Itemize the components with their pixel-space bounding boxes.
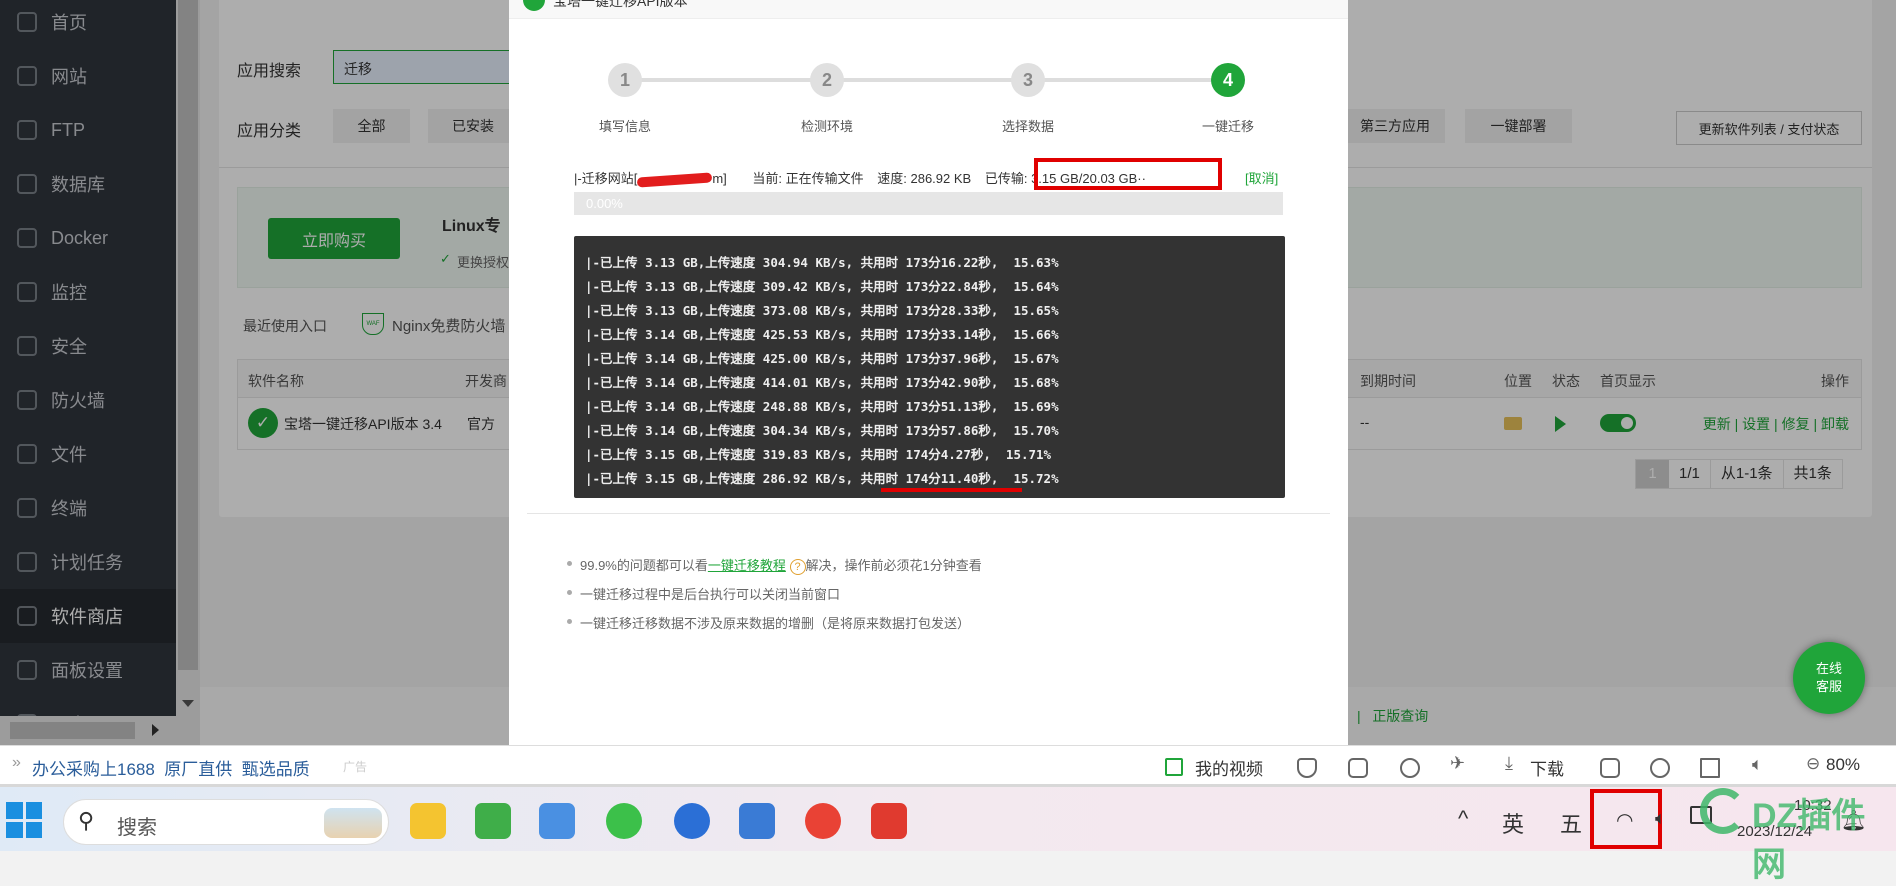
cancel-link[interactable]: [取消] bbox=[1245, 168, 1278, 187]
progress-label: 0.00% bbox=[586, 196, 623, 211]
desktop-app-icon[interactable] bbox=[539, 803, 575, 839]
step-4-label: 一键迁移 bbox=[1201, 119, 1254, 134]
ime-language[interactable]: 英 bbox=[1502, 807, 1524, 839]
volume-icon[interactable]: 🔈︎ bbox=[1655, 808, 1666, 829]
wechat-icon[interactable] bbox=[606, 803, 642, 839]
my-video-button[interactable]: 我的视频 bbox=[1195, 755, 1263, 780]
heart-pulse-icon[interactable] bbox=[1400, 758, 1420, 778]
clock-time[interactable]: 10:32 bbox=[1794, 797, 1832, 814]
upload-log: |-已上传 3.13 GB,上传速度 304.94 KB/s, 共用时 173分… bbox=[574, 236, 1285, 498]
wifi-icon[interactable]: ◠ bbox=[1616, 808, 1633, 833]
ad-link[interactable]: 办公采购上1688 原厂直供 甄选品质 bbox=[32, 755, 310, 780]
dialog-header: 宝塔一键迁移API版本 bbox=[509, 0, 1348, 19]
speed-status: 速度: 286.92 KB bbox=[877, 171, 972, 186]
site-label-end: m] bbox=[712, 171, 727, 186]
browser-status-bar: » 办公采购上1688 原厂直供 甄选品质 广告 我的视频 ✈ ⤓ 下载 🔈︎ … bbox=[0, 745, 1896, 787]
tip-1-text-end: 解决，操作前必须花1分钟查看 bbox=[805, 558, 982, 573]
taskbar-search[interactable]: ⚲ 搜索 bbox=[63, 799, 389, 845]
site-label: |-迁移网站[ bbox=[574, 171, 638, 186]
window-icon[interactable] bbox=[1700, 758, 1720, 778]
step-1-label: 填写信息 bbox=[598, 119, 651, 134]
redaction-mark bbox=[637, 171, 713, 188]
migration-dialog: 宝塔一键迁移API版本 1 填写信息 2 检测环境 3 选择数据 4 一键迁移 |-迁移网站[… bbox=[509, 0, 1348, 745]
ime-mode[interactable]: 五 bbox=[1560, 807, 1582, 839]
divider bbox=[527, 513, 1330, 514]
search-icon: ⚲ bbox=[78, 808, 95, 833]
download-icon[interactable]: ⤓ bbox=[1505, 753, 1513, 774]
expand-icon[interactable]: » bbox=[12, 754, 21, 772]
show-hidden-icons[interactable]: ^ bbox=[1458, 806, 1468, 832]
download-button[interactable]: 下载 bbox=[1530, 755, 1564, 780]
step-1-circle: 1 bbox=[608, 63, 642, 97]
log-line: |-已上传 3.14 GB,上传速度 425.53 KB/s, 共用时 173分… bbox=[585, 327, 1059, 342]
wps-icon[interactable] bbox=[871, 803, 907, 839]
log-line: |-已上传 3.14 GB,上传速度 248.88 KB/s, 共用时 173分… bbox=[585, 399, 1059, 414]
dialog-title: 宝塔一键迁移API版本 bbox=[553, 0, 688, 9]
steps-track bbox=[625, 78, 1228, 82]
video-icon bbox=[1165, 758, 1183, 776]
online-service-button[interactable]: 在线 客服 bbox=[1793, 642, 1865, 714]
search-placeholder: 搜索 bbox=[117, 817, 157, 839]
tutorial-link[interactable]: 一键迁移教程 bbox=[708, 558, 786, 573]
speaker-icon[interactable]: 🔈︎ bbox=[1752, 754, 1763, 775]
zoom-out-icon[interactable]: ⊖ bbox=[1806, 754, 1820, 774]
step-4-circle: 4 bbox=[1211, 63, 1245, 97]
tip-2: 一键迁移过程中是后台执行可以关闭当前窗口 bbox=[566, 584, 840, 603]
tip-3: 一键迁移迁移数据不涉及原来数据的增删（是将原来数据打包发送） bbox=[566, 613, 970, 632]
annotation-underline bbox=[881, 488, 1022, 492]
step-2-label: 检测环境 bbox=[800, 119, 853, 134]
shield-icon[interactable] bbox=[1297, 758, 1317, 778]
app-logo-icon bbox=[523, 0, 545, 11]
progress-bar: 0.00% bbox=[574, 192, 1283, 215]
ie-mode-icon[interactable] bbox=[1650, 758, 1670, 778]
log-line: |-已上传 3.13 GB,上传速度 304.94 KB/s, 共用时 173分… bbox=[585, 255, 1059, 270]
tip-1-text: 99.9%的问题都可以看 bbox=[580, 558, 708, 573]
ad-tag: 广告 bbox=[343, 760, 368, 774]
online-service-line2: 客服 bbox=[1815, 679, 1842, 694]
notepad-icon[interactable] bbox=[739, 803, 775, 839]
step-3-circle: 3 bbox=[1011, 63, 1045, 97]
help-icon[interactable]: ? bbox=[789, 559, 806, 575]
notification-bell-icon[interactable]: 🔔︎ bbox=[1841, 808, 1866, 833]
windows-start-icon[interactable] bbox=[6, 802, 42, 838]
log-line: |-已上传 3.14 GB,上传速度 414.01 KB/s, 共用时 173分… bbox=[585, 375, 1059, 390]
log-line: |-已上传 3.14 GB,上传速度 304.34 KB/s, 共用时 173分… bbox=[585, 423, 1059, 438]
log-line: |-已上传 3.13 GB,上传速度 373.08 KB/s, 共用时 173分… bbox=[585, 303, 1059, 318]
rocket-icon[interactable]: ✈ bbox=[1450, 753, 1465, 774]
search-highlight-image bbox=[324, 808, 382, 838]
log-line: |-已上传 3.13 GB,上传速度 309.42 KB/s, 共用时 173分… bbox=[585, 279, 1059, 294]
tip-1: 99.9%的问题都可以看一键迁移教程 ? 解决，操作前必须花1分钟查看 bbox=[567, 555, 982, 575]
current-status: 当前: 正在传输文件 bbox=[752, 171, 864, 186]
zoom-level[interactable]: 80% bbox=[1826, 755, 1860, 775]
image-icon[interactable] bbox=[1348, 758, 1368, 778]
log-line: |-已上传 3.15 GB,上传速度 319.83 KB/s, 共用时 174分… bbox=[585, 447, 1052, 462]
annotation-box bbox=[1034, 158, 1222, 190]
step-2-circle: 2 bbox=[810, 63, 844, 97]
log-line: |-已上传 3.14 GB,上传速度 425.00 KB/s, 共用时 173分… bbox=[585, 351, 1059, 366]
file-explorer-icon[interactable] bbox=[410, 803, 446, 839]
online-service-line1: 在线 bbox=[1815, 661, 1842, 676]
360-browser-icon[interactable] bbox=[475, 803, 511, 839]
step-3-label: 选择数据 bbox=[1001, 119, 1054, 134]
battery-icon[interactable] bbox=[1690, 806, 1712, 824]
incognito-icon[interactable] bbox=[1600, 758, 1620, 778]
chrome-icon[interactable] bbox=[805, 803, 841, 839]
sogou-icon[interactable] bbox=[674, 803, 710, 839]
clock-date[interactable]: 2023/12/24 bbox=[1737, 823, 1812, 840]
